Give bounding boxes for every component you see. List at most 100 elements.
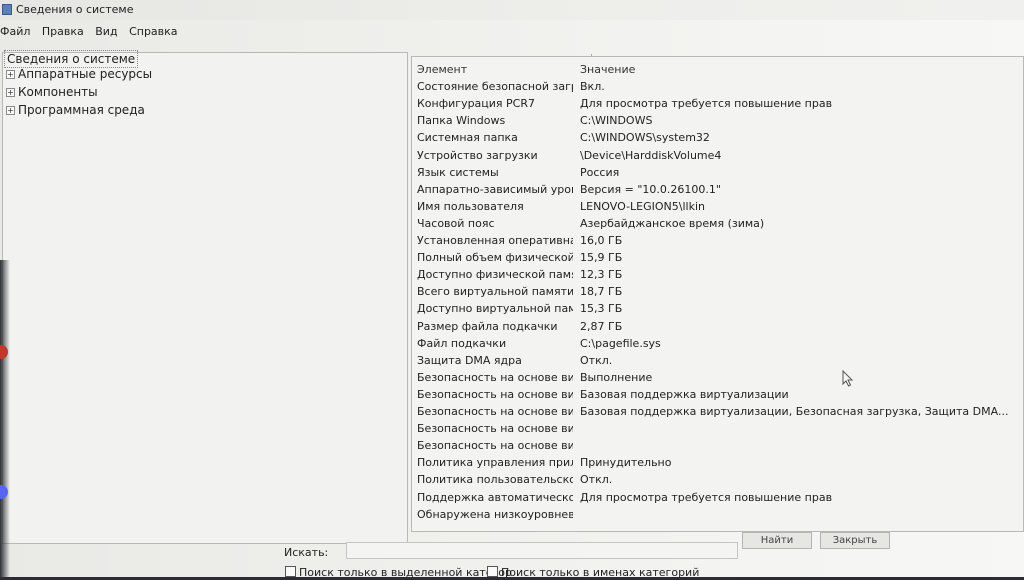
table-row[interactable]: Аппаратно-зависимый уров... Версия = "10.…	[412, 181, 1023, 198]
table-row[interactable]: Конфигурация PCR7 Для просмотра требуется…	[412, 95, 1023, 112]
row-element: Всего виртуальной памяти	[417, 285, 573, 299]
row-value: 15,3 ГБ	[580, 302, 623, 316]
category-tree[interactable]: Сведения о системе + Аппаратные ресурсы +…	[2, 50, 408, 544]
row-element: Устройство загрузки	[417, 148, 538, 162]
tree-item-hardware-resources[interactable]: + Аппаратные ресурсы	[6, 67, 152, 81]
table-row[interactable]: Полный объем физической ... 15,9 ГБ	[412, 249, 1023, 266]
row-element: Обнаружена низкоуровнева...	[417, 507, 573, 521]
table-row[interactable]: Папка Windows C:\WINDOWS	[412, 112, 1023, 129]
find-input[interactable]	[346, 542, 738, 559]
row-value: C:\WINDOWS\system32	[580, 131, 710, 145]
checkbox-label: Поиск только в именах категорий	[501, 566, 700, 577]
row-element: Поддержка автоматического...	[417, 490, 573, 504]
row-element: Безопасность на основе вир...	[417, 405, 573, 418]
row-value: C:\pagefile.sys	[580, 336, 661, 350]
row-element: Безопасность на основе вир...	[417, 370, 573, 384]
table-row[interactable]: Обнаружена низкоуровнева...	[412, 506, 1023, 523]
table-row[interactable]: Часовой пояс Азербайджанское время (зима)	[412, 215, 1023, 232]
checkbox-search-category-names[interactable]: Поиск только в именах категорий	[487, 566, 699, 577]
table-row[interactable]: Защита DMA ядра Откл.	[412, 352, 1023, 369]
expand-icon[interactable]: +	[6, 88, 15, 97]
table-row[interactable]: Установленная оперативная... 16,0 ГБ	[412, 232, 1023, 249]
checkbox-label: Поиск только в выделенной категор	[299, 566, 512, 577]
row-value: Откл.	[580, 473, 613, 487]
table-row[interactable]: Политика пользовательског... Откл.	[412, 471, 1023, 488]
expand-icon[interactable]: +	[6, 106, 15, 115]
table-row[interactable]: Безопасность на основе вир... Базовая под…	[412, 403, 1023, 420]
grid-header: Элемент Значение	[412, 61, 1023, 78]
table-row[interactable]: Всего виртуальной памяти 18,7 ГБ	[412, 283, 1023, 300]
row-value: Для просмотра требуется повышение прав	[580, 97, 833, 111]
row-value: Россия	[580, 165, 620, 179]
row-value: Базовая поддержка виртуализации	[580, 387, 789, 401]
details-grid[interactable]: Элемент Значение Состояние безопасной за…	[411, 56, 1024, 532]
row-element: Имя пользователя	[417, 199, 524, 213]
row-value: C:\WINDOWS	[580, 114, 653, 128]
row-element: Доступно виртуальной памя...	[417, 302, 573, 316]
row-element: Файл подкачки	[417, 336, 507, 350]
row-value: 16,0 ГБ	[580, 234, 623, 247]
row-value: 12,3 ГБ	[580, 268, 623, 282]
menu-edit[interactable]: Правка	[42, 22, 84, 42]
table-row[interactable]: Устройство загрузки \Device\HarddiskVolum…	[412, 147, 1023, 164]
find-label: Искать:	[284, 546, 329, 559]
row-value: Откл.	[580, 353, 613, 367]
row-element: Политика управления прило...	[417, 456, 573, 470]
menu-help[interactable]: Справка	[129, 22, 177, 42]
row-value: Версия = "10.0.26100.1"	[580, 182, 721, 196]
table-row[interactable]: Язык системы Россия	[412, 164, 1023, 181]
table-row[interactable]: Доступно физической памяти 12,3 ГБ	[412, 266, 1023, 283]
mouse-cursor-icon	[842, 370, 854, 387]
row-element: Полный объем физической ...	[417, 251, 573, 265]
window-title: Сведения о системе	[16, 3, 134, 16]
row-element: Язык системы	[417, 165, 499, 179]
row-value: Выполнение	[580, 370, 653, 384]
menu-bar: Файл Правка Вид Справка	[0, 22, 186, 42]
row-element: Доступно физической памяти	[417, 268, 573, 282]
row-value: Принудительно	[580, 456, 672, 470]
row-value: 15,9 ГБ	[580, 251, 623, 265]
table-row[interactable]: Системная папка C:\WINDOWS\system32	[412, 129, 1023, 146]
table-row[interactable]: Размер файла подкачки 2,87 ГБ	[412, 318, 1023, 335]
checkbox-icon[interactable]	[285, 566, 296, 577]
tree-item-software-environment[interactable]: + Программная среда	[6, 103, 145, 117]
menu-view[interactable]: Вид	[95, 22, 117, 42]
row-element: Безопасность на основе вир...	[417, 422, 573, 436]
table-row[interactable]: Безопасность на основе вир... Выполнение	[412, 369, 1023, 386]
column-header-value[interactable]: Значение	[580, 61, 635, 78]
tree-item-label: Компоненты	[18, 85, 98, 99]
tree-item-components[interactable]: + Компоненты	[6, 85, 98, 99]
row-element: Папка Windows	[417, 114, 506, 128]
row-element: Установленная оперативная...	[417, 234, 573, 247]
row-value: Вкл.	[580, 80, 605, 94]
row-value: Базовая поддержка виртуализации, Безопас…	[580, 405, 1009, 418]
table-row[interactable]: Безопасность на основе вир...	[412, 437, 1023, 454]
column-header-element[interactable]: Элемент	[417, 61, 573, 78]
row-element: Политика пользовательског...	[417, 473, 573, 487]
checkbox-icon[interactable]	[487, 566, 498, 577]
row-element: Системная папка	[417, 131, 518, 145]
row-element: Конфигурация PCR7	[417, 97, 536, 111]
row-value: LENOVO-LEGION5\llkin	[580, 199, 705, 213]
find-button[interactable]: Найти	[742, 532, 812, 549]
table-row[interactable]: Имя пользователя LENOVO-LEGION5\llkin	[412, 198, 1023, 215]
table-row[interactable]: Поддержка автоматического... Для просмотр…	[412, 489, 1023, 506]
table-row[interactable]: Безопасность на основе вир...	[412, 420, 1023, 437]
row-element: Размер файла подкачки	[417, 319, 558, 333]
row-element: Часовой пояс	[417, 216, 495, 230]
row-value: \Device\HarddiskVolume4	[580, 148, 722, 162]
close-button[interactable]: Закрыть	[820, 532, 890, 549]
table-row[interactable]: Политика управления прило... Принудительн…	[412, 454, 1023, 471]
tree-item-label: Аппаратные ресурсы	[18, 67, 153, 81]
tree-root-system-summary[interactable]: Сведения о системе	[4, 50, 139, 68]
checkbox-search-selected-category[interactable]: Поиск только в выделенной категор	[285, 566, 512, 577]
expand-icon[interactable]: +	[6, 70, 15, 79]
table-row[interactable]: Состояние безопасной загру... Вкл.	[412, 78, 1023, 95]
table-row[interactable]: Доступно виртуальной памя... 15,3 ГБ	[412, 300, 1023, 317]
menu-file[interactable]: Файл	[0, 22, 30, 42]
row-value: Азербайджанское время (зима)	[580, 216, 765, 230]
table-row[interactable]: Безопасность на основе вир... Базовая под…	[412, 386, 1023, 403]
tree-item-label: Программная среда	[18, 103, 145, 117]
table-row[interactable]: Файл подкачки C:\pagefile.sys	[412, 335, 1023, 352]
title-bar[interactable]: Сведения о системе	[0, 0, 1024, 20]
